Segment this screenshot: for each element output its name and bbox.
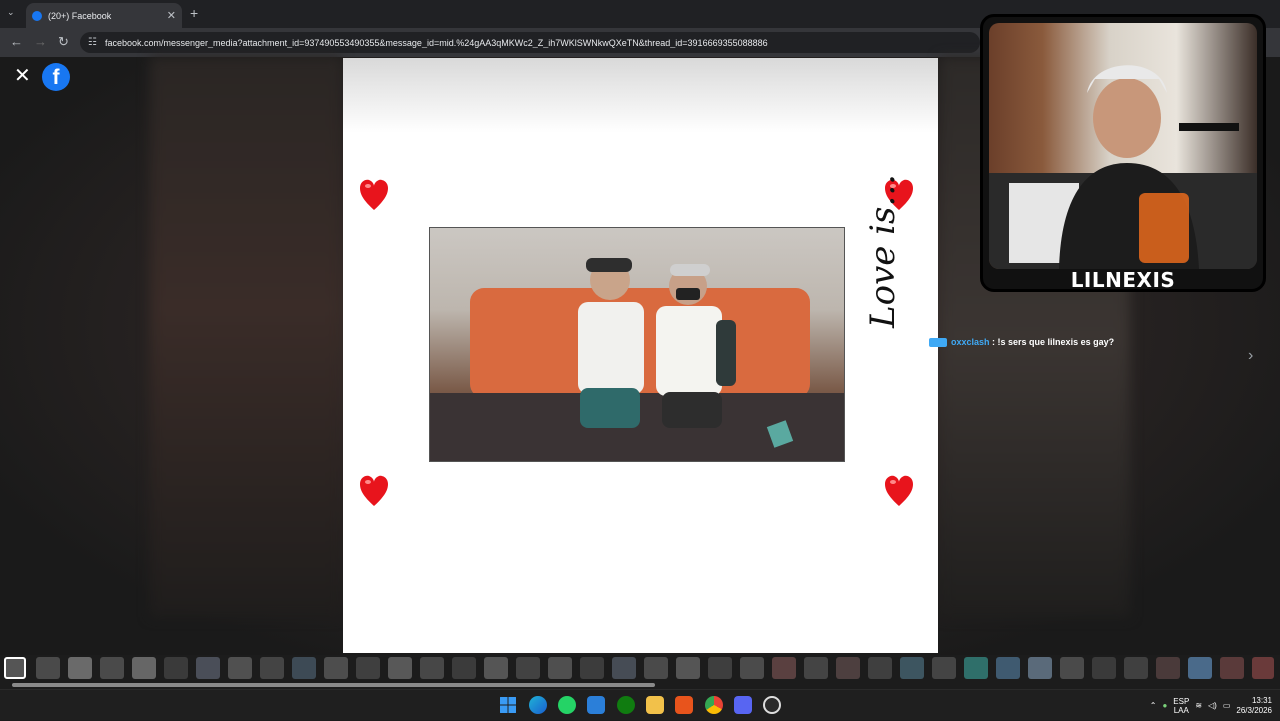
thumbnail[interactable] <box>804 657 828 679</box>
thumbnail[interactable] <box>1188 657 1212 679</box>
language-primary: ESP <box>1173 696 1190 706</box>
thumbnail[interactable] <box>676 657 700 679</box>
windows-start-icon[interactable] <box>499 696 517 714</box>
brave-icon[interactable] <box>675 696 693 714</box>
thumbnail[interactable] <box>100 657 124 679</box>
thumbnail[interactable] <box>1220 657 1244 679</box>
thumbnail[interactable] <box>996 657 1020 679</box>
discord-icon[interactable] <box>734 696 752 714</box>
blurred-background-left <box>150 57 342 617</box>
thumbnail[interactable] <box>644 657 668 679</box>
mouse-cursor-icon: ➤ <box>854 423 865 437</box>
thumbnail[interactable] <box>1028 657 1052 679</box>
url-text: facebook.com/messenger_media?attachment_… <box>104 37 768 48</box>
new-tab-icon[interactable]: + <box>190 5 198 21</box>
couple-photo <box>429 227 845 462</box>
love-is-caption: Love is... <box>863 174 903 328</box>
mic-icon[interactable]: ● <box>1162 701 1167 710</box>
thumbnail[interactable] <box>260 657 284 679</box>
clock[interactable]: 13:31 26/3/2026 <box>1236 696 1272 716</box>
thumbnail[interactable] <box>740 657 764 679</box>
wifi-icon[interactable]: ≋ <box>1195 701 1202 710</box>
close-tab-icon[interactable]: ✕ <box>167 9 176 22</box>
facebook-logo[interactable]: f <box>42 63 70 91</box>
thumbnail[interactable] <box>132 657 156 679</box>
clock-date: 26/3/2026 <box>1236 705 1272 715</box>
thumbnail[interactable] <box>228 657 252 679</box>
chrome-icon[interactable] <box>705 696 723 714</box>
thumbnail[interactable] <box>548 657 572 679</box>
tab-search-icon[interactable]: ⌄ <box>7 7 15 18</box>
thumbnail[interactable] <box>1060 657 1084 679</box>
chat-message-text: !s sers que lilnexis es gay? <box>997 337 1115 347</box>
windows-taskbar: ⌃ ● ESP LAA ≋ ◁) ▭ 13:31 26/3/2026 <box>0 689 1280 720</box>
files-icon[interactable] <box>646 696 664 714</box>
thumbnail[interactable] <box>836 657 860 679</box>
thumbnail[interactable] <box>964 657 988 679</box>
heart-icon <box>360 475 388 506</box>
thumbnail[interactable] <box>900 657 924 679</box>
thumbnail[interactable] <box>1252 657 1274 679</box>
heart-icon <box>360 179 388 210</box>
whatsapp-icon[interactable] <box>558 696 576 714</box>
thumbnail[interactable] <box>324 657 348 679</box>
thumbnail[interactable] <box>36 657 60 679</box>
thumbnail[interactable] <box>164 657 188 679</box>
media-thumbnail-strip <box>0 655 1280 681</box>
thumbnail[interactable] <box>1156 657 1180 679</box>
chevron-right-icon[interactable]: › <box>1248 347 1253 365</box>
card-top-fade <box>343 58 938 133</box>
close-icon[interactable]: ✕ <box>14 66 31 86</box>
scrollbar-thumb[interactable] <box>12 683 655 687</box>
thumbnail[interactable] <box>580 657 604 679</box>
thumbnail[interactable] <box>772 657 796 679</box>
volume-icon[interactable]: ◁) <box>1208 701 1217 710</box>
thumbnail[interactable] <box>484 657 508 679</box>
streamer-name: LILNEXIS <box>1070 268 1176 292</box>
browser-tab[interactable]: (20+) Facebook ✕ <box>26 3 182 28</box>
thumbnail[interactable] <box>612 657 636 679</box>
xbox-icon[interactable] <box>617 696 635 714</box>
thumbnail-selected[interactable] <box>4 657 26 679</box>
obs-icon[interactable] <box>763 696 781 714</box>
store-icon[interactable] <box>587 696 605 714</box>
thumbnail[interactable] <box>452 657 476 679</box>
facebook-favicon-icon <box>32 10 42 21</box>
forward-icon[interactable]: → <box>34 34 47 49</box>
stream-chat-message: oxxclash : !s sers que lilnexis es gay? <box>929 337 1115 348</box>
chat-separator: : <box>989 337 998 347</box>
address-bar[interactable]: ☷ facebook.com/messenger_media?attachmen… <box>80 32 980 53</box>
thumbnail-scrollbar[interactable] <box>0 681 1280 689</box>
system-tray: ⌃ ● ESP LAA ≋ ◁) ▭ 13:31 26/3/2026 <box>1150 690 1272 721</box>
edge-icon[interactable] <box>529 696 547 714</box>
thumbnail[interactable] <box>388 657 412 679</box>
language-indicator[interactable]: ESP LAA <box>1173 697 1189 715</box>
chat-username: oxxclash <box>951 337 990 347</box>
battery-icon[interactable]: ▭ <box>1223 701 1231 710</box>
site-info-icon[interactable]: ☷ <box>88 37 97 48</box>
thumbnail[interactable] <box>356 657 380 679</box>
thumbnail[interactable] <box>196 657 220 679</box>
reload-icon[interactable]: ↻ <box>58 34 69 50</box>
language-secondary: LAA <box>1173 705 1189 715</box>
thumbnail[interactable] <box>420 657 444 679</box>
tab-title: (20+) Facebook <box>48 10 112 21</box>
thumbnail[interactable] <box>708 657 732 679</box>
clock-time: 13:31 <box>1251 695 1272 705</box>
back-icon[interactable]: ← <box>10 34 23 49</box>
chevron-up-icon[interactable]: ⌃ <box>1150 701 1157 710</box>
thumbnail[interactable] <box>68 657 92 679</box>
thumbnail[interactable] <box>1092 657 1116 679</box>
chat-badge-icon <box>929 338 947 348</box>
heart-icon <box>885 475 913 506</box>
thumbnail[interactable] <box>1124 657 1148 679</box>
webcam-feed <box>989 23 1257 269</box>
thumbnail[interactable] <box>516 657 540 679</box>
streamer-webcam-overlay: LILNEXIS <box>980 14 1266 292</box>
thumbnail[interactable] <box>932 657 956 679</box>
love-is-card-image: Love is... <box>343 58 938 653</box>
thumbnail[interactable] <box>868 657 892 679</box>
thumbnail[interactable] <box>292 657 316 679</box>
